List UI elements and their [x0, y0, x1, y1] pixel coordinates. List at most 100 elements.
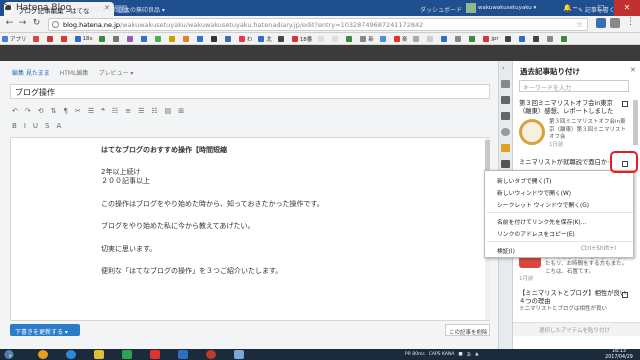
bookmark-item[interactable] [441, 35, 449, 42]
explorer-taskbar-icon[interactable] [38, 350, 48, 359]
toolbar-button-icon[interactable]: ↶ [12, 107, 18, 117]
bookmark-item[interactable] [560, 35, 569, 42]
toolbar-button-icon[interactable]: ☷ [151, 107, 157, 117]
menu-item-open-new-window[interactable]: 新しいウィンドウで開く(W) [497, 188, 571, 197]
toolbar-button-icon[interactable]: ☰ [138, 107, 144, 117]
entry-body-editor[interactable]: はてなブログのおすすめ操作【時間短縮 2年以上続け ２００記事以上 この操作はブログを… [10, 137, 490, 321]
bookmark-item[interactable]: 北 [258, 35, 272, 43]
format-button-icon[interactable]: U [33, 122, 38, 132]
image-icon[interactable] [501, 160, 510, 168]
bookmark-item[interactable]: アプリ [2, 35, 27, 43]
bookmark-item[interactable]: わ [238, 35, 252, 43]
tray-item[interactable]: ▲ [475, 352, 478, 357]
bookmark-item[interactable] [60, 35, 69, 42]
bookmark-item[interactable] [210, 35, 219, 42]
bookmark-item[interactable] [32, 35, 41, 42]
bookmark-item[interactable] [224, 35, 233, 42]
extension-icon[interactable] [610, 18, 620, 28]
bookmark-item[interactable]: jpr [483, 35, 499, 42]
bookmark-item[interactable] [154, 35, 163, 42]
app-taskbar-icon[interactable] [122, 350, 132, 359]
entry-card[interactable]: ミニマリストが就職説で面白かった… [519, 159, 609, 167]
insert-selected-button[interactable]: 選択したアイテムを貼り付け [513, 322, 640, 336]
amazon-icon[interactable] [501, 144, 510, 152]
keyword-search-input[interactable]: キーワードを入力 [519, 80, 629, 92]
chrome-taskbar-icon[interactable] [206, 350, 216, 359]
menu-item-open-incognito[interactable]: シークレット ウィンドウで開く(G) [497, 200, 589, 209]
bookmark-item[interactable] [546, 35, 555, 42]
bookmark-item[interactable] [518, 35, 527, 42]
tray-item[interactable]: CAPS KANA [429, 352, 455, 357]
format-button-icon[interactable]: S [45, 122, 49, 132]
bookmark-star-icon[interactable]: ☆ [576, 20, 583, 29]
bookmark-item[interactable] [318, 35, 326, 42]
clock[interactable]: 16:13 2017/04/29 [599, 349, 639, 360]
format-button-icon[interactable]: A [56, 122, 61, 132]
chevron-right-icon[interactable]: › [502, 64, 505, 72]
hatena-logo[interactable]: Hatena Blog [4, 3, 71, 13]
tab-preview[interactable]: プレビュー ▾ [98, 68, 133, 78]
app-taskbar-icon[interactable] [178, 350, 188, 359]
bookmark-item[interactable]: 楽 [393, 35, 407, 43]
bookmark-item[interactable] [346, 35, 354, 42]
panel-close-icon[interactable]: ✕ [630, 66, 636, 74]
bookmark-item[interactable] [277, 35, 286, 42]
bookmark-item[interactable] [140, 35, 149, 42]
entry-title-input[interactable]: ブログ操作 [10, 84, 490, 99]
dashboard-link[interactable]: ダッシュボード [420, 5, 462, 14]
toolbar-button-icon[interactable]: ≡ [125, 107, 131, 117]
tray-item[interactable]: あ [467, 352, 472, 358]
gear-icon[interactable] [501, 128, 510, 136]
extension-icon[interactable] [596, 18, 606, 28]
info-icon[interactable] [52, 21, 59, 28]
write-entry-button[interactable]: ✎ 記事を書く [578, 5, 615, 14]
bookmark-item[interactable] [168, 35, 177, 42]
bookmark-item[interactable] [532, 35, 541, 42]
blog-name-dropdown[interactable]: ミニマリストのび太の無印良品 ▾ [76, 5, 165, 14]
notification-bell-icon[interactable]: 🔔 [563, 4, 572, 12]
folder-taskbar-icon[interactable] [94, 350, 104, 359]
bookmark-item[interactable]: 18x [74, 35, 93, 42]
toolbar-button-icon[interactable]: ▤ [165, 107, 172, 117]
photo-icon[interactable] [501, 80, 510, 88]
format-button-icon[interactable]: B [12, 122, 17, 132]
bookmark-item[interactable] [455, 35, 463, 42]
bookmark-item[interactable] [98, 35, 107, 42]
user-menu[interactable]: wakuwakusetuyaku ▾ [466, 3, 536, 13]
bookmark-item[interactable] [332, 35, 340, 42]
bookmark-item[interactable] [196, 35, 205, 42]
update-draft-button[interactable]: 下書きを更新する ▾ [10, 324, 80, 336]
tab-html[interactable]: HTML編集 [60, 68, 89, 78]
format-button-icon[interactable]: I [24, 122, 26, 132]
menu-item-open-new-tab[interactable]: 新しいタブで開く(T) [497, 176, 551, 185]
document-icon[interactable] [501, 112, 510, 120]
bookmark-item[interactable] [46, 35, 55, 42]
menu-icon[interactable]: ⋮ [626, 17, 635, 27]
menu-item-inspect[interactable]: 検証(I) Ctrl+Shift+I [497, 246, 616, 255]
menu-item-copy-link[interactable]: リンクのアドレスをコピー(E) [497, 229, 575, 238]
start-button[interactable] [3, 349, 15, 360]
delete-entry-button[interactable]: この記事を削除 [445, 324, 490, 336]
bookmark-item[interactable] [182, 35, 191, 42]
toolbar-button-icon[interactable]: ⊞ [178, 107, 184, 117]
app-taskbar-icon[interactable] [234, 350, 244, 359]
bookmark-item[interactable] [112, 35, 121, 42]
open-external-icon[interactable] [622, 292, 628, 298]
tray-item[interactable]: PR 80ms [405, 352, 425, 357]
back-icon[interactable]: ← [4, 18, 15, 29]
bookmark-item[interactable] [504, 35, 513, 42]
ie-taskbar-icon[interactable] [66, 350, 76, 359]
toolbar-button-icon[interactable]: ✂ [75, 107, 81, 117]
bookmark-item[interactable]: 18番 [291, 35, 312, 43]
tray-item[interactable]: ■ [458, 352, 462, 357]
tab-wysiwyg[interactable]: 編集 見たまま [12, 68, 50, 78]
toolbar-button-icon[interactable]: ☰ [88, 107, 94, 117]
address-bar[interactable]: blog.hatena.ne.jp/wakuwakusetuyaku/wakuw… [48, 18, 588, 31]
bookmark-item[interactable]: 新 [360, 35, 374, 43]
toolbar-button-icon[interactable]: ❝ [101, 107, 105, 117]
window-close-icon[interactable]: ✕ [614, 0, 640, 16]
toolbar-button-icon[interactable]: ☷ [112, 107, 118, 117]
entry-card[interactable]: 【ミニマリストとブログ】相性が良い４つの理由 ミニマリストとブログは相性が良い [519, 290, 629, 314]
bookmark-item[interactable] [379, 35, 388, 42]
forward-icon[interactable]: → [17, 18, 28, 29]
